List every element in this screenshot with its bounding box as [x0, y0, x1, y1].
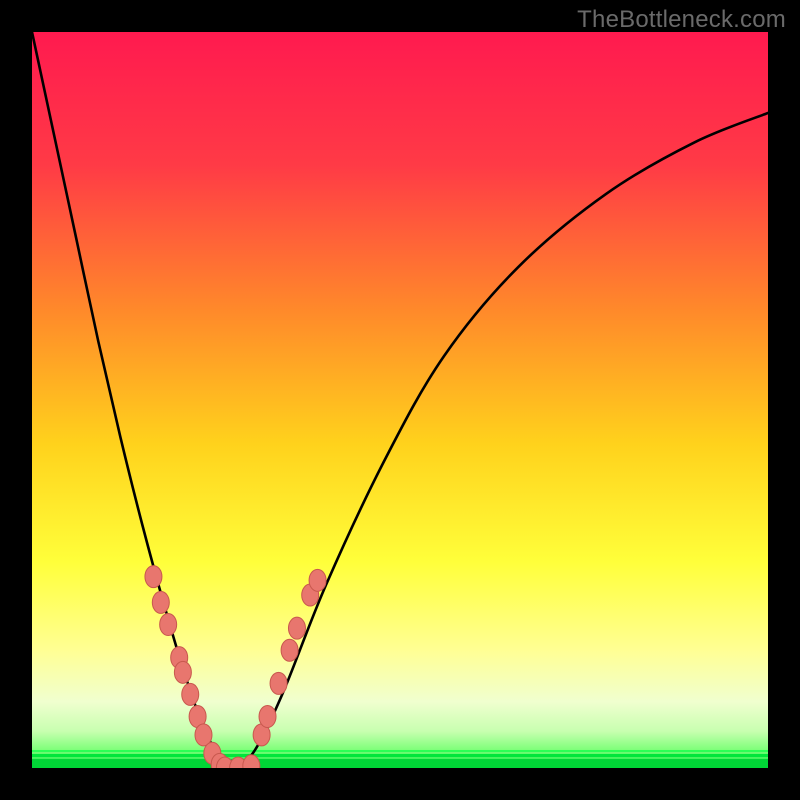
data-marker: [174, 661, 191, 683]
chart-svg: [32, 32, 768, 768]
data-marker: [281, 639, 298, 661]
data-marker: [288, 617, 305, 639]
data-marker: [160, 613, 177, 635]
data-marker: [152, 591, 169, 613]
data-marker: [259, 705, 276, 727]
data-marker: [309, 569, 326, 591]
gradient-background: [32, 32, 768, 768]
plot-area: [32, 32, 768, 768]
data-marker: [182, 683, 199, 705]
data-marker: [270, 672, 287, 694]
chart-frame: TheBottleneck.com: [0, 0, 800, 800]
watermark-text: TheBottleneck.com: [577, 6, 786, 34]
data-marker: [145, 566, 162, 588]
